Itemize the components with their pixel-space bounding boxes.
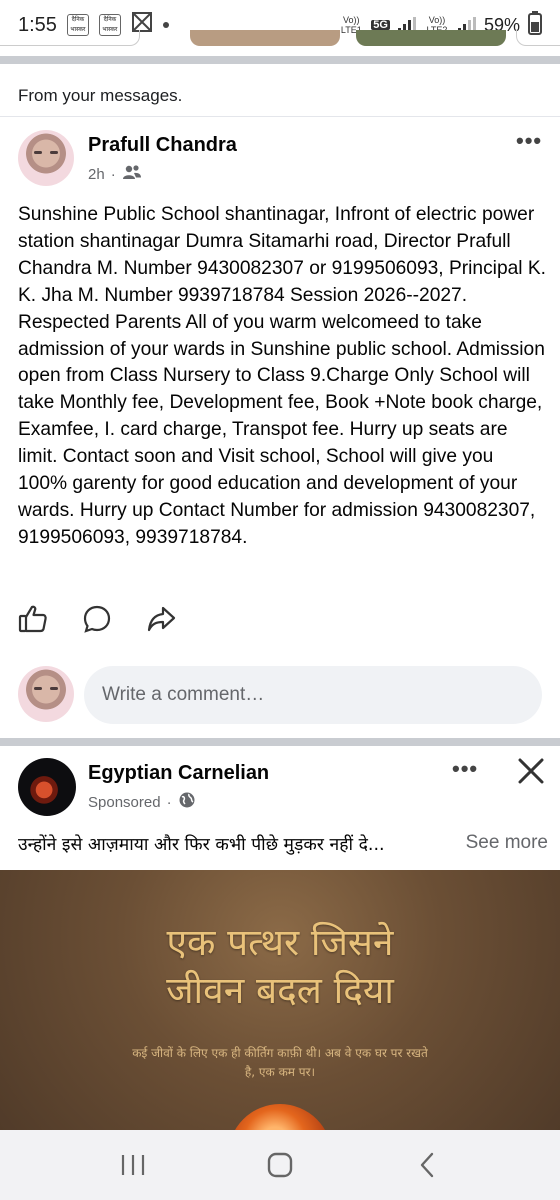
feed-divider	[0, 56, 560, 64]
network-5g-label: 5G	[371, 19, 390, 31]
story-card[interactable]	[356, 30, 506, 46]
advertiser-avatar[interactable]	[18, 758, 76, 816]
ad-text: उन्होंने इसे आज़माया और फिर कभी पीछे मुड…	[18, 832, 548, 856]
ad-headline-line-1: एक पत्थर जिसने	[166, 921, 394, 964]
globe-icon	[178, 791, 196, 813]
post-meta: 2h ·	[88, 164, 142, 184]
meta-separator: ·	[110, 165, 116, 183]
post-author[interactable]: Egyptian Carnelian	[88, 762, 269, 785]
more-notifications-dot	[162, 22, 169, 28]
post-meta: Sponsored ·	[88, 791, 196, 813]
recent-apps-button[interactable]	[113, 1145, 153, 1185]
back-button[interactable]	[407, 1145, 447, 1185]
more-options-icon[interactable]: •••	[516, 128, 542, 154]
post-context-label: From your messages.	[18, 86, 183, 105]
comment-input[interactable]: Write a comment…	[84, 666, 542, 724]
post-actions	[18, 604, 176, 639]
post-body-text: Sunshine Public School shantinagar, Infr…	[18, 204, 547, 548]
post-context-separator	[0, 116, 560, 117]
story-card[interactable]	[0, 30, 140, 46]
home-button[interactable]	[260, 1145, 300, 1185]
comment-placeholder: Write a comment…	[102, 684, 265, 705]
more-options-icon[interactable]: •••	[452, 756, 478, 782]
screen: 1:55 दैनिक भास्कर दैनिक भास्कर Vo)) LTE1…	[0, 0, 560, 1200]
ad-text-content: उन्होंने इसे आज़माया और फिर कभी पीछे मुड…	[18, 835, 385, 855]
share-icon[interactable]	[146, 604, 176, 639]
meta-separator: ·	[166, 793, 172, 811]
system-nav-bar	[0, 1130, 560, 1200]
story-card[interactable]	[190, 30, 340, 46]
story-card[interactable]	[516, 30, 560, 46]
post-time[interactable]: 2h	[88, 166, 105, 183]
close-icon[interactable]	[514, 754, 548, 788]
like-icon[interactable]	[18, 604, 48, 639]
stories-strip	[0, 30, 560, 48]
ad-headline-line-2: जीवन बदल दिया	[166, 969, 394, 1012]
comment-icon[interactable]	[82, 604, 112, 639]
ad-subtext-line-1: कई जीवों के लिए एक ही कीर्तिग काफ़ी थी। …	[132, 1046, 428, 1060]
comment-avatar[interactable]	[18, 666, 74, 722]
see-more-link[interactable]: See more	[460, 832, 548, 856]
post-author[interactable]: Prafull Chandra	[88, 134, 237, 157]
feed-divider	[0, 738, 560, 746]
ad-subtext-line-2: है, एक कम पर।	[244, 1065, 316, 1079]
friends-icon	[122, 164, 142, 184]
sponsored-label[interactable]: Sponsored	[88, 794, 161, 811]
avatar[interactable]	[18, 130, 74, 186]
